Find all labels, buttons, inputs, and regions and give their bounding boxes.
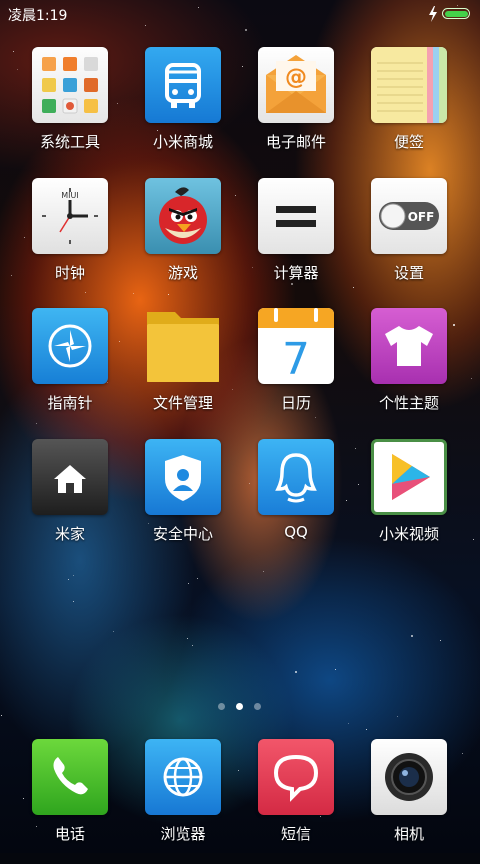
app-compass[interactable]: 指南针: [15, 308, 125, 433]
settings-toggle-icon: OFF: [371, 178, 447, 254]
app-label: 便签: [393, 133, 424, 151]
star: [11, 275, 12, 276]
app-games[interactable]: 游戏: [128, 178, 238, 303]
app-label: 小米视频: [378, 525, 439, 543]
app-security-center[interactable]: 安全中心: [128, 439, 238, 564]
star: [263, 571, 264, 572]
star: [68, 579, 69, 580]
camera-icon: [371, 739, 447, 815]
star: [113, 631, 114, 632]
star: [335, 669, 336, 670]
angry-bird-icon: [145, 178, 221, 254]
globe-icon: [145, 739, 221, 815]
app-label: 米家: [54, 525, 85, 543]
calendar-day-text: 7: [282, 334, 310, 384]
app-label: 安全中心: [152, 525, 213, 543]
app-label: 时钟: [54, 264, 85, 282]
star: [366, 729, 367, 730]
status-time: 凌晨1:19: [8, 8, 68, 24]
app-mijia[interactable]: 米家: [15, 439, 125, 564]
star: [397, 716, 398, 717]
bus-icon: [145, 47, 221, 123]
notes-icon: [371, 47, 447, 123]
app-label: 指南针: [47, 394, 93, 412]
shield-icon: [145, 439, 221, 515]
play-icon: [371, 439, 447, 515]
star: [471, 378, 472, 379]
charging-icon: [429, 6, 437, 22]
app-calendar[interactable]: 7 日历: [241, 308, 351, 433]
calculator-icon: [258, 178, 334, 254]
app-themes[interactable]: 个性主题: [354, 308, 464, 433]
settings-toggle-text: OFF: [408, 210, 435, 224]
page-indicator[interactable]: [215, 703, 265, 711]
app-clock[interactable]: MIUI 时钟: [15, 178, 125, 303]
dock-camera[interactable]: 相机: [354, 739, 464, 864]
app-label: QQ: [284, 523, 308, 541]
folder-icon: [145, 308, 221, 384]
star: [238, 770, 239, 771]
app-file-manager[interactable]: 文件管理: [128, 308, 238, 433]
app-calculator[interactable]: 计算器: [241, 178, 351, 303]
page-dot-active[interactable]: [236, 703, 243, 710]
star: [1, 715, 2, 716]
app-label: 小米商城: [152, 133, 213, 151]
tshirt-icon: [371, 308, 447, 384]
qq-icon: [258, 439, 334, 515]
star: [245, 29, 247, 31]
star: [411, 635, 413, 637]
app-label: 文件管理: [152, 394, 213, 412]
status-bar: 凌晨1:19: [0, 0, 480, 28]
app-label: 电子邮件: [265, 133, 326, 151]
clock-brand-text: MIUI: [61, 191, 78, 200]
star: [197, 578, 198, 579]
app-label: 计算器: [273, 264, 319, 282]
app-system-tools[interactable]: 系统工具: [15, 47, 125, 172]
star: [73, 575, 74, 576]
app-qq[interactable]: QQ: [241, 439, 351, 564]
app-label: 设置: [393, 264, 424, 282]
home-icon: [32, 439, 108, 515]
star: [192, 645, 193, 646]
calendar-icon: 7: [258, 308, 334, 384]
phone-icon: [32, 739, 108, 815]
app-notes[interactable]: 便签: [354, 47, 464, 172]
app-label: 个性主题: [378, 394, 439, 412]
app-email[interactable]: @ 电子邮件: [241, 47, 351, 172]
dock-phone[interactable]: 电话: [15, 739, 125, 864]
app-label: 短信: [280, 825, 311, 843]
system-tools-icon: [32, 47, 108, 123]
svg-text:@: @: [285, 65, 307, 90]
star: [473, 539, 474, 540]
app-label: 电话: [54, 825, 85, 843]
app-label: 游戏: [167, 264, 198, 282]
star: [440, 640, 441, 641]
clock-icon: MIUI: [32, 178, 108, 254]
app-mi-store[interactable]: 小米商城: [128, 47, 238, 172]
page-dot[interactable]: [254, 703, 261, 710]
app-label: 浏览器: [160, 825, 206, 843]
star: [295, 671, 297, 673]
email-icon: @: [258, 47, 334, 123]
dock-messages[interactable]: 短信: [241, 739, 351, 864]
star: [187, 638, 188, 639]
app-label: 系统工具: [39, 133, 100, 151]
message-icon: [258, 739, 334, 815]
star: [13, 51, 14, 52]
app-settings[interactable]: OFF 设置: [354, 178, 464, 303]
star: [348, 723, 349, 724]
dock-browser[interactable]: 浏览器: [128, 739, 238, 864]
star: [188, 583, 189, 584]
app-mi-video[interactable]: 小米视频: [354, 439, 464, 564]
star: [73, 601, 74, 602]
app-label: 相机: [393, 825, 424, 843]
app-label: 日历: [280, 394, 311, 412]
battery-icon: [442, 8, 470, 19]
compass-icon: [32, 308, 108, 384]
page-dot[interactable]: [218, 703, 225, 710]
